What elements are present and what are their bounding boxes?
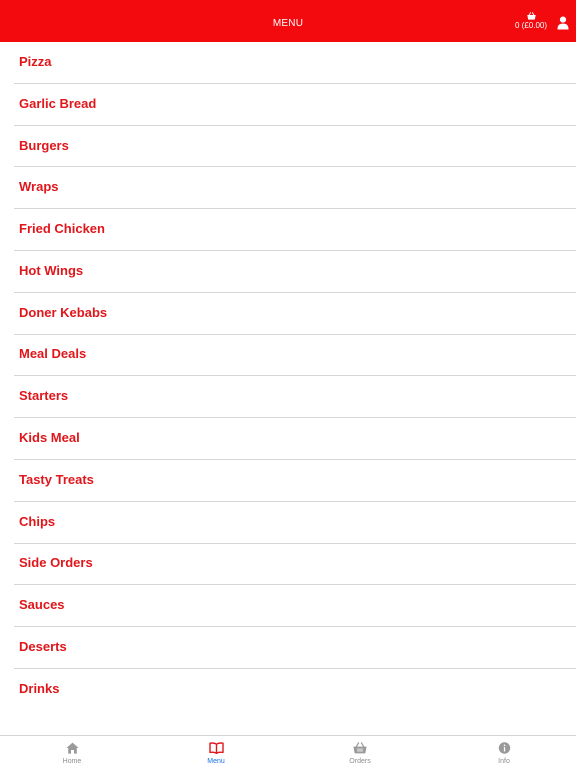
menu-item-label: Deserts — [19, 639, 67, 655]
page-title: MENU — [272, 18, 304, 29]
menu-item-chips[interactable]: Chips — [14, 502, 576, 544]
app: MENU 0 (£0.00) Pizza Garlic Bread Burger… — [0, 0, 576, 768]
menu-item-label: Fried Chicken — [19, 221, 105, 237]
menu-item-garlic-bread[interactable]: Garlic Bread — [14, 84, 576, 126]
menu-item-label: Hot Wings — [19, 262, 84, 278]
bottom-tab-bar: Home Menu Orders Info — [0, 735, 576, 768]
menu-item-burgers[interactable]: Burgers — [14, 126, 576, 168]
menu-item-label: Kids Meal — [19, 430, 80, 446]
menu-item-pizza[interactable]: Pizza — [14, 42, 576, 84]
book-icon — [208, 742, 224, 754]
home-icon — [65, 742, 79, 754]
menu-item-tasty-treats[interactable]: Tasty Treats — [14, 460, 576, 502]
menu-item-label: Chips — [19, 513, 56, 529]
menu-item-side-orders[interactable]: Side Orders — [14, 544, 576, 586]
basket-icon — [526, 12, 536, 20]
header-bar: MENU 0 (£0.00) — [0, 0, 576, 42]
menu-item-starters[interactable]: Starters — [14, 376, 576, 419]
tab-label: Home — [62, 758, 82, 765]
info-icon — [498, 742, 510, 754]
tab-label: Orders — [349, 758, 371, 765]
menu-item-label: Meal Deals — [19, 346, 87, 362]
menu-category-list: Pizza Garlic Bread Burgers Wraps Fried C… — [0, 42, 576, 711]
menu-item-deserts[interactable]: Deserts — [14, 627, 576, 669]
tab-info[interactable]: Info — [432, 736, 576, 768]
basket-summary: 0 (£0.00) — [514, 21, 548, 30]
basket-button[interactable]: 0 (£0.00) — [514, 12, 548, 34]
menu-item-hot-wings[interactable]: Hot Wings — [14, 251, 576, 293]
tab-label: Info — [498, 758, 510, 765]
menu-item-label: Doner Kebabs — [19, 304, 108, 320]
tab-home[interactable]: Home — [0, 736, 144, 768]
menu-item-label: Wraps — [19, 179, 59, 195]
tab-label: Menu — [207, 758, 225, 765]
menu-item-label: Side Orders — [19, 555, 93, 571]
menu-item-wraps[interactable]: Wraps — [14, 167, 576, 210]
menu-item-drinks[interactable]: Drinks — [14, 669, 576, 711]
menu-item-sauces[interactable]: Sauces — [14, 585, 576, 628]
menu-item-label: Starters — [19, 388, 69, 404]
menu-item-meal-deals[interactable]: Meal Deals — [14, 335, 576, 377]
menu-item-label: Garlic Bread — [19, 95, 97, 111]
menu-item-label: Tasty Treats — [19, 471, 94, 487]
menu-item-kids-meal[interactable]: Kids Meal — [14, 418, 576, 460]
tab-orders[interactable]: Orders — [288, 736, 432, 768]
menu-item-label: Burgers — [19, 137, 69, 153]
menu-item-label: Drinks — [19, 681, 60, 697]
user-icon[interactable] — [557, 16, 569, 30]
menu-item-label: Pizza — [19, 53, 52, 69]
menu-item-doner-kebabs[interactable]: Doner Kebabs — [14, 293, 576, 335]
basket-icon — [353, 742, 367, 754]
menu-item-label: Sauces — [19, 597, 65, 613]
tab-menu[interactable]: Menu — [144, 736, 288, 768]
menu-item-fried-chicken[interactable]: Fried Chicken — [14, 209, 576, 251]
